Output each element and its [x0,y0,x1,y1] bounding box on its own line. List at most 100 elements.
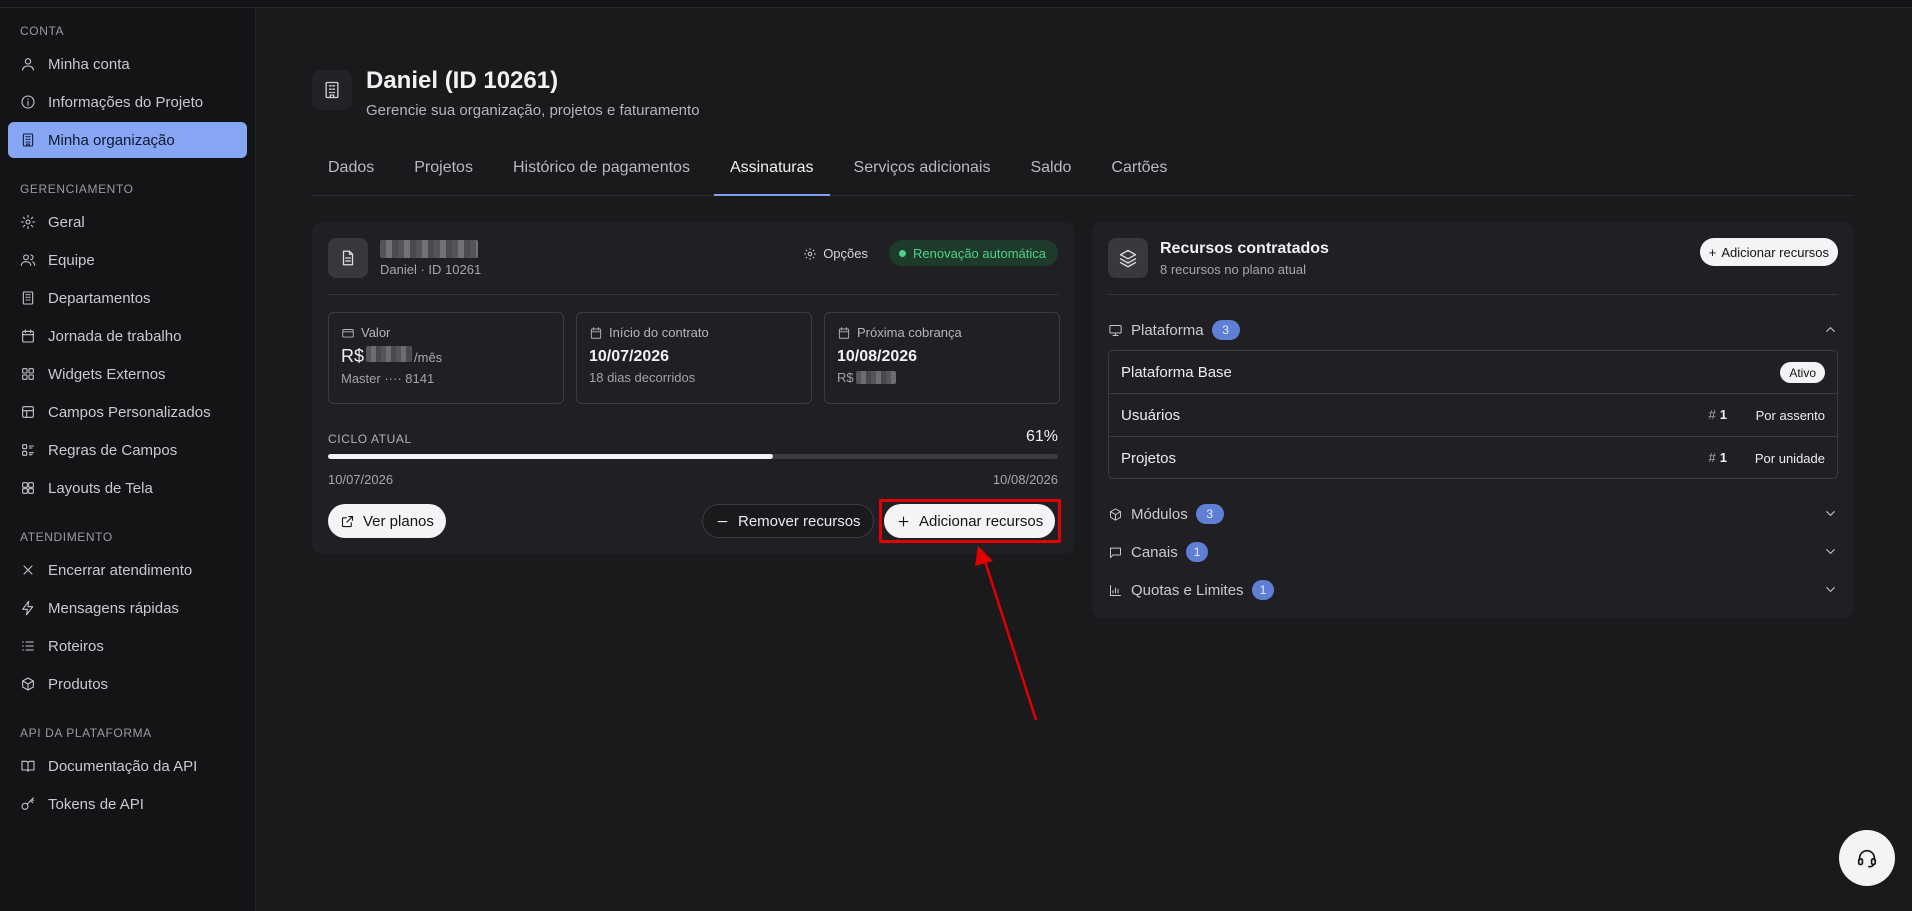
divider [328,294,1058,295]
section-plataforma[interactable]: Plataforma 3 [1108,318,1838,342]
layout-icon [22,482,34,494]
book-icon [21,760,35,772]
payment-card: Master ···· 8141 [341,371,435,386]
auto-renew-label: Renovação automática [913,245,1046,261]
add-resources-small-button[interactable]: + Adicionar recursos [1699,238,1838,266]
sidebar-item-minha-conta[interactable]: Minha conta [8,46,247,82]
building-icon [22,133,34,147]
sidebar-item-regras-campos[interactable]: Regras de Campos [8,432,247,468]
sidebar-item-encerrar-atendimento[interactable]: Encerrar atendimento [8,552,247,588]
resource-name: Usuários [1121,406,1181,424]
resource-name: Plataforma Base [1121,363,1232,381]
auto-renew-badge: Renovação automática [889,240,1058,266]
contract-start-stat: Início do contrato 10/07/2026 18 dias de… [576,312,812,404]
resource-name: Projetos [1121,450,1177,467]
sidebar-item-mensagens-rapidas[interactable]: Mensagens rápidas [8,590,247,626]
sidebar-item-label: Roteiros [48,637,104,655]
section-modulos[interactable]: Módulos 3 [1108,502,1838,526]
chevron-up-icon [1826,327,1835,332]
value-label: Valor [361,325,391,340]
add-resources-small-label: Adicionar recursos [1721,244,1829,260]
subscription-header: Daniel · ID 10261 Opções Renovação autom… [328,238,1058,280]
cycle-end-date: 10/08/2026 [992,472,1058,487]
sidebar-item-roteiros[interactable]: Roteiros [8,628,247,664]
quantity-value: 1 [1719,407,1727,422]
section-name: Plataforma [1131,321,1204,339]
redacted-amount [855,371,896,384]
support-button[interactable] [1839,830,1895,886]
bolt-icon [22,600,34,616]
sidebar-item-label: Widgets Externos [48,365,166,383]
sidebar-item-campos-personalizados[interactable]: Campos Personalizados [8,394,247,430]
redacted-plan-name [380,240,478,258]
sidebar-item-label: Campos Personalizados [48,403,211,421]
info-icon [21,95,35,109]
sidebar-item-layouts-tela[interactable]: Layouts de Tela [8,470,247,506]
status-badge: Ativo [1780,362,1825,383]
tab-projetos[interactable]: Projetos [398,154,489,196]
page-title: Daniel (ID 10261) [366,67,559,94]
resources-card: Recursos contratados 8 recursos no plano… [1092,222,1854,618]
chevron-down-icon [1826,549,1835,554]
resources-title: Recursos contratados [1160,240,1329,257]
users-icon [20,254,36,266]
resource-quantity: #1 [1709,407,1727,422]
sidebar-item-label: Departamentos [48,289,151,307]
grid-icon [22,368,34,380]
tab-cartoes[interactable]: Cartões [1095,154,1183,196]
tab-saldo[interactable]: Saldo [1014,154,1087,196]
remove-resources-label: Remover recursos [738,512,861,530]
remove-resources-button[interactable]: Remover recursos [702,504,874,538]
sidebar-section-api: API DA PLATAFORMA [20,726,152,740]
sidebar-item-label: Encerrar atendimento [48,561,193,579]
count-badge: 3 [1195,504,1224,524]
value-suffix: /mês [414,350,443,365]
columns-icon [22,406,34,418]
sidebar-item-equipe[interactable]: Equipe [8,242,247,278]
sidebar-item-documentacao-api[interactable]: Documentação da API [8,748,247,784]
sidebar-item-label: Tokens de API [48,795,144,813]
sidebar-item-widgets-externos[interactable]: Widgets Externos [8,356,247,392]
box-icon [1110,507,1121,521]
redacted-value [366,346,413,362]
tab-historico-pagamentos[interactable]: Histórico de pagamentos [497,154,706,196]
building-icon [22,291,34,305]
sidebar-item-label: Mensagens rápidas [48,599,179,617]
highlight-box [879,499,1061,543]
sidebar-section-conta: CONTA [20,24,65,38]
sidebar-item-geral[interactable]: Geral [8,204,247,240]
sidebar-item-tokens-api[interactable]: Tokens de API [8,786,247,822]
sidebar-item-label: Minha conta [48,55,130,73]
message-icon [1110,547,1121,558]
credit-card-icon [342,328,354,338]
cycle-start-date: 10/07/2026 [328,472,394,487]
tab-servicos-adicionais[interactable]: Serviços adicionais [838,154,1007,196]
subscription-meta: Daniel · ID 10261 [380,262,482,277]
subscription-card: Daniel · ID 10261 Opções Renovação autom… [312,222,1074,554]
external-link-icon [341,515,354,527]
calendar-icon [590,326,602,339]
sidebar-item-departamentos[interactable]: Departamentos [8,280,247,316]
sidebar-item-produtos[interactable]: Produtos [8,666,247,702]
status-dot-icon [899,249,907,257]
organization-icon [312,70,352,110]
next-charge-currency: R$ [837,370,854,385]
divider [1108,294,1838,295]
section-quotas-limites[interactable]: Quotas e Limites 1 [1108,578,1838,602]
page-header: Daniel (ID 10261) Gerencie sua organizaç… [312,66,700,119]
section-canais[interactable]: Canais 1 [1108,540,1838,564]
view-plans-button[interactable]: Ver planos [328,504,446,538]
sidebar-item-label: Layouts de Tela [48,479,153,497]
section-name: Canais [1131,543,1178,561]
sidebar-item-jornada-trabalho[interactable]: Jornada de trabalho [8,318,247,354]
tab-dados[interactable]: Dados [312,154,390,196]
options-button[interactable]: Opções [803,246,868,261]
table-row: Plataforma Base Ativo [1109,351,1837,394]
tab-assinaturas[interactable]: Assinaturas [713,154,830,196]
sidebar-item-informacoes-projeto[interactable]: Informações do Projeto [8,84,247,120]
resource-unit: Por assento [1755,408,1825,423]
headset-icon [1857,849,1877,868]
contract-start-date: 10/07/2026 [589,348,670,365]
sidebar-item-minha-organizacao[interactable]: Minha organização [8,122,247,158]
cycle-progress-bar [328,454,1058,459]
